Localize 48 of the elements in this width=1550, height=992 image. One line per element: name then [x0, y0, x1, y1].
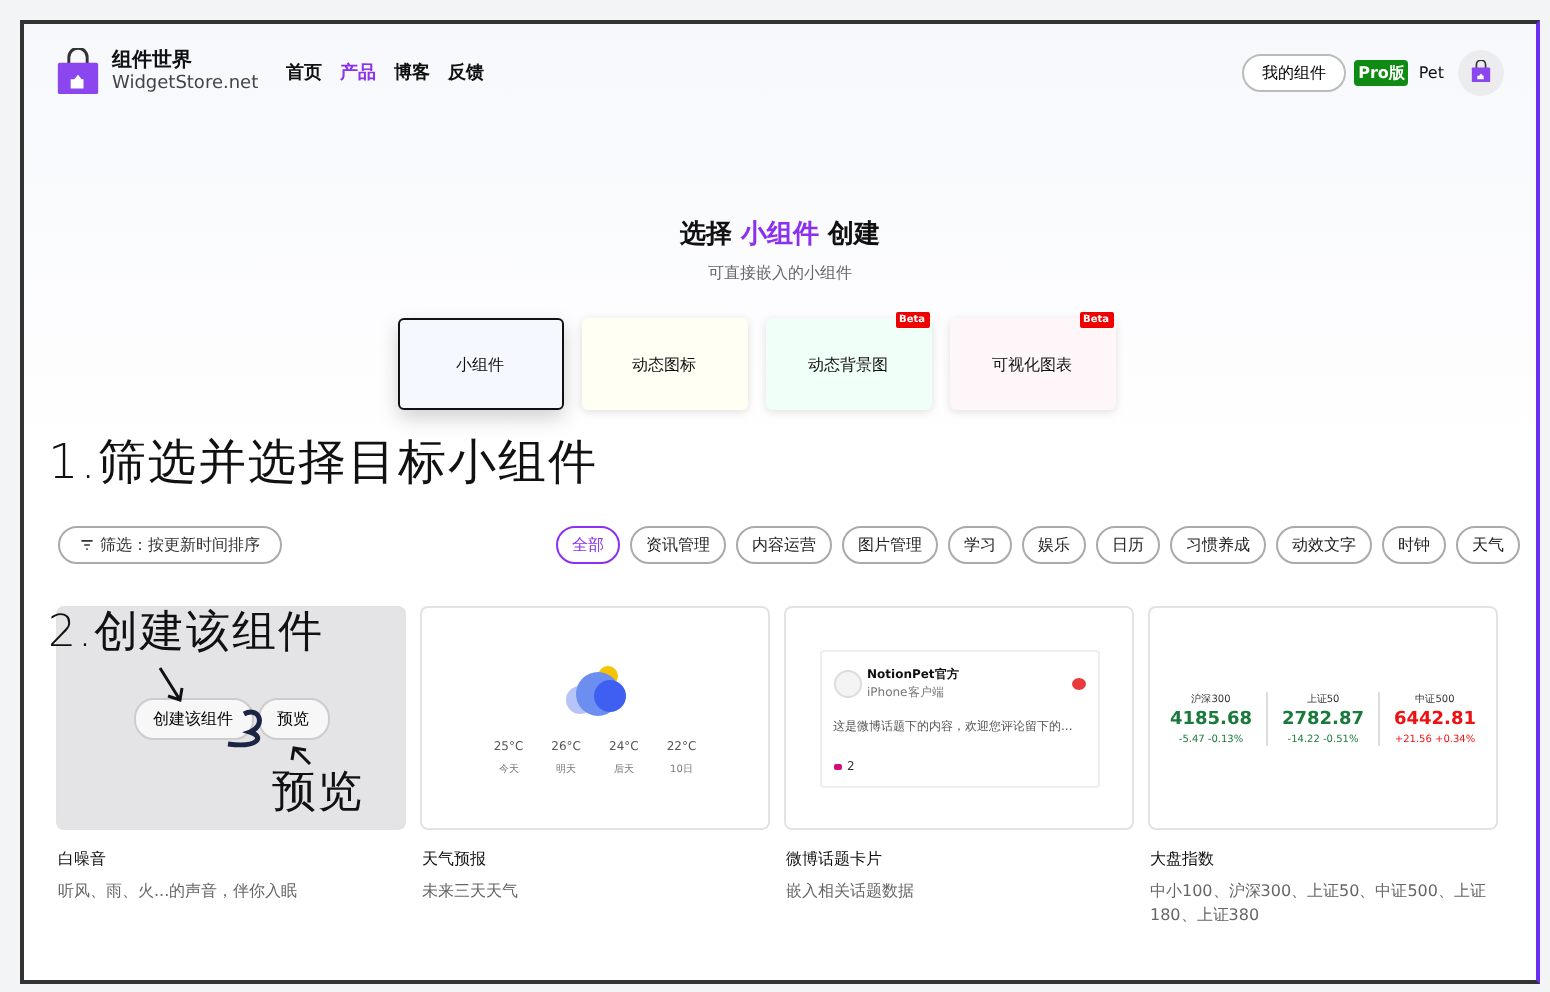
logo-subtitle: WidgetStore.net: [112, 73, 259, 95]
widget-title: 天气预报: [422, 848, 488, 870]
tag-filter[interactable]: 习惯养成: [1170, 526, 1266, 564]
tag-filter[interactable]: 日历: [1096, 526, 1160, 564]
category-card[interactable]: 小组件: [397, 318, 563, 410]
widget-title: 微博话题卡片: [786, 848, 884, 870]
account-avatar: [833, 669, 861, 697]
pro-badge: Pro版: [1354, 59, 1409, 85]
nav-link[interactable]: 首页: [286, 59, 323, 85]
widget-description: 嵌入相关话题数据: [786, 880, 916, 904]
tag-filter[interactable]: 时钟: [1382, 526, 1446, 564]
filter-icon: [80, 538, 94, 552]
logo-title: 组件世界: [112, 49, 194, 73]
tag-filter[interactable]: 娱乐: [1022, 526, 1086, 564]
widget-description: 中小100、沪深300、上证50、中证500、上证180、上证380: [1150, 880, 1488, 928]
hero-subtitle: 可直接嵌入的小组件: [706, 262, 854, 284]
create-widget-button[interactable]: 创建该组件: [133, 697, 253, 739]
tag-filter[interactable]: 内容运营: [736, 526, 832, 564]
tag-filter[interactable]: 资讯管理: [630, 526, 726, 564]
my-widgets-button[interactable]: 我的组件: [1242, 53, 1347, 91]
handwritten-annotation: 1.筛选并选择目标小组件: [48, 432, 598, 494]
preview-button[interactable]: 预览: [257, 697, 329, 739]
annotation-arrow: [158, 666, 184, 702]
category-card[interactable]: 动态图标: [581, 318, 747, 410]
widget-title: 白噪音: [58, 848, 108, 870]
handwritten-annotation: 2.创建该组件: [48, 606, 324, 662]
tag-filter[interactable]: 全部: [556, 526, 620, 564]
tag-filter[interactable]: 动效文字: [1276, 526, 1372, 564]
handwritten-annotation: 预览: [272, 768, 364, 820]
filter-button[interactable]: 筛选：按更新时间排序: [58, 526, 282, 564]
user-name: Pet: [1418, 63, 1444, 81]
index-value: 6442.81: [1394, 709, 1476, 729]
nav-link[interactable]: 反馈: [448, 59, 485, 85]
nav-link[interactable]: 产品: [340, 59, 377, 85]
widget-title: 大盘指数: [1150, 848, 1216, 870]
avatar[interactable]: [1458, 49, 1504, 95]
tag-filter[interactable]: 天气: [1456, 526, 1520, 564]
nav-link[interactable]: 博客: [394, 59, 431, 85]
widget-description: 听风、雨、火...的声音，伴你入眠: [58, 880, 300, 904]
widget-description: 未来三天天气: [422, 880, 520, 904]
index-value: 2782.87: [1282, 709, 1364, 729]
tag-filter[interactable]: 学习: [948, 526, 1012, 564]
tag-filter[interactable]: 图片管理: [842, 526, 938, 564]
shopping-bag-icon: [56, 48, 100, 96]
comment-icon: [833, 763, 841, 769]
annotation-arrow: [290, 746, 312, 766]
index-value: 4185.68: [1170, 709, 1252, 729]
hero-title: 选择 小组件 创建: [677, 220, 883, 252]
